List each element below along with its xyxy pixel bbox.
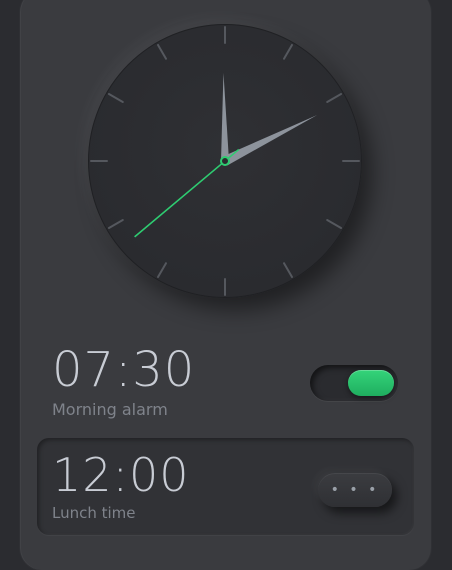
clock-face <box>90 26 360 296</box>
alarm-time: 07:30 <box>52 342 196 398</box>
clock-tick <box>283 262 293 279</box>
alarm-label: Morning alarm <box>52 400 168 419</box>
clock-tick <box>107 93 124 103</box>
clock-tick <box>283 43 293 60</box>
more-options-button[interactable]: • • • <box>318 473 392 507</box>
analog-clock <box>88 24 362 298</box>
clock-tick <box>326 93 343 103</box>
clock-tick <box>157 43 167 60</box>
alarm-label: Lunch time <box>52 504 136 522</box>
toggle-knob-on[interactable] <box>348 370 394 396</box>
minute-hand <box>221 73 229 162</box>
alarm-toggle[interactable] <box>310 365 398 401</box>
clock-tick <box>157 262 167 279</box>
clock-tick <box>326 219 343 229</box>
clock-tick <box>107 219 124 229</box>
hour-hand <box>222 115 318 166</box>
center-pin <box>220 156 230 166</box>
alarm-time: 12:00 <box>52 448 190 502</box>
